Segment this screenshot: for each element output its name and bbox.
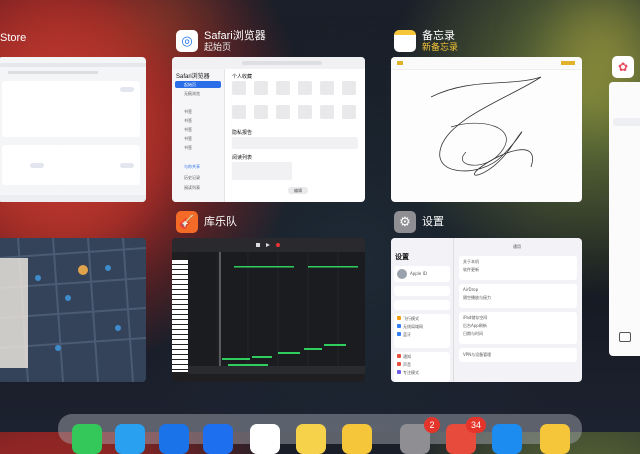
settings-detail-row[interactable]: 隔空播放与接力: [463, 295, 491, 301]
garageband-piano-keys: [172, 260, 188, 372]
safari-privacy-heading: 隐私报告: [232, 130, 253, 136]
garageband-piano-roll: [188, 252, 365, 374]
photos-label: ✿ 照: [612, 56, 640, 78]
settings-profile-name[interactable]: Apple ID: [410, 271, 427, 276]
safari-page-name: 起始页: [204, 42, 232, 52]
app-store-window[interactable]: [0, 57, 146, 202]
settings-detail-header: 通用: [513, 244, 521, 249]
maps-street-grid: [0, 238, 146, 382]
safari-sidebar-item-private[interactable]: 无痕浏览: [184, 91, 200, 97]
safari-window[interactable]: Safari浏览器 起始页 无痕浏览 书签 书签 书签 书签 书签 与你共享 历…: [172, 57, 365, 202]
safari-edit-label: 编辑: [294, 188, 302, 193]
safari-toolbar-title: Safari浏览器: [176, 74, 210, 80]
safari-app-name: Safari浏览器: [204, 30, 266, 42]
settings-row[interactable]: 声音: [403, 362, 411, 368]
notes-label: 备忘录 新备忘录: [394, 30, 458, 52]
notes-dock-icon[interactable]: [342, 424, 372, 454]
calendar-dock-icon[interactable]: [250, 424, 280, 454]
mail-notification-badge: 34: [466, 417, 486, 433]
garageband-label: 🎸 库乐队: [176, 211, 237, 233]
app-store-label: Store: [0, 32, 26, 44]
safari-sidebar-item-history[interactable]: 历史记录: [184, 175, 200, 181]
settings-detail-list: 关于本机 软件更新 AirDrop 隔空播放与接力 iPad储存空间 后台App…: [459, 256, 577, 362]
safari-sidebar-item-bookmarks[interactable]: 书签: [184, 118, 192, 124]
settings-detail-row[interactable]: 日期与时间: [463, 331, 483, 337]
photos-dock-icon[interactable]: [296, 424, 326, 454]
settings-sidebar: 设置 Apple ID 飞行模式 无线局域网 蓝牙 通知 声音 专注模式: [391, 238, 454, 382]
settings-window[interactable]: 设置 Apple ID 飞行模式 无线局域网 蓝牙 通知 声音 专注模式 通用 …: [391, 238, 582, 382]
settings-row[interactable]: 蓝牙: [403, 332, 411, 338]
settings-detail-row[interactable]: 后台App刷新: [463, 323, 487, 329]
messages-icon[interactable]: [72, 424, 102, 454]
safari-sidebar-item-reading[interactable]: 阅读列表: [184, 185, 200, 191]
settings-row[interactable]: 无线局域网: [403, 324, 423, 330]
safari-sidebar: Safari浏览器 起始页 无痕浏览 书签 书签 书签 书签 书签 与你共享 历…: [172, 69, 225, 202]
files-dock-icon[interactable]: [203, 424, 233, 454]
safari-sidebar-item-shared[interactable]: 与你共享: [184, 164, 200, 170]
photos-window[interactable]: [609, 82, 640, 356]
mail-dock-icon[interactable]: [159, 424, 189, 454]
safari-edit-button[interactable]: 编辑: [288, 187, 308, 194]
settings-detail-row[interactable]: iPad储存空间: [463, 315, 487, 321]
notes-window[interactable]: [391, 57, 582, 202]
settings-detail-row[interactable]: VPN与设备管理: [463, 352, 491, 358]
maps-window[interactable]: [0, 238, 146, 382]
settings-row[interactable]: 飞行模式: [403, 316, 419, 322]
notes-app-name: 备忘录: [422, 30, 455, 42]
garageband-guitar-icon: 🎸: [176, 211, 198, 233]
safari-compass-icon: ◎: [176, 30, 198, 52]
safari-reading-heading: 阅读列表: [232, 155, 253, 161]
safari-sidebar-item-bookmarks[interactable]: 书签: [184, 127, 192, 133]
garageband-window[interactable]: [172, 238, 365, 382]
garageband-app-name: 库乐队: [204, 216, 237, 228]
settings-detail-row[interactable]: 关于本机: [463, 259, 479, 265]
settings-row[interactable]: 通知: [403, 354, 411, 360]
notes-doc-name: 新备忘录: [422, 42, 459, 52]
safari-sidebar-item-bookmarks[interactable]: 书签: [184, 136, 192, 142]
notes-icon: [394, 30, 416, 52]
photos-flower-icon: ✿: [612, 56, 634, 78]
settings-row[interactable]: 专注模式: [403, 370, 419, 376]
settings-title: 设置: [395, 254, 409, 261]
app-store-dock-icon[interactable]: [492, 424, 522, 454]
app-store-name: Store: [0, 32, 27, 44]
notes-scribble-drawing: [430, 76, 542, 176]
safari-sidebar-item-bookmarks[interactable]: 书签: [184, 145, 192, 151]
safari-sidebar-item-bookmarks[interactable]: 书签: [184, 109, 192, 115]
safari-favorites-grid: [232, 81, 358, 125]
settings-label: ⚙ 设置: [394, 211, 444, 233]
safari-favorites-heading: 个人收藏: [232, 74, 253, 80]
settings-detail-row[interactable]: 软件更新: [463, 267, 479, 273]
settings-detail-row[interactable]: AirDrop: [463, 287, 478, 292]
safari-sidebar-item-start[interactable]: 起始页: [184, 82, 196, 88]
settings-gear-icon: ⚙: [394, 211, 416, 233]
safari-label: ◎ Safari浏览器 起始页: [176, 30, 266, 52]
safari-dock-icon[interactable]: [115, 424, 145, 454]
settings-notification-badge: 2: [424, 417, 440, 433]
settings-app-name: 设置: [422, 216, 444, 228]
recent-app-dock-icon[interactable]: [540, 424, 570, 454]
